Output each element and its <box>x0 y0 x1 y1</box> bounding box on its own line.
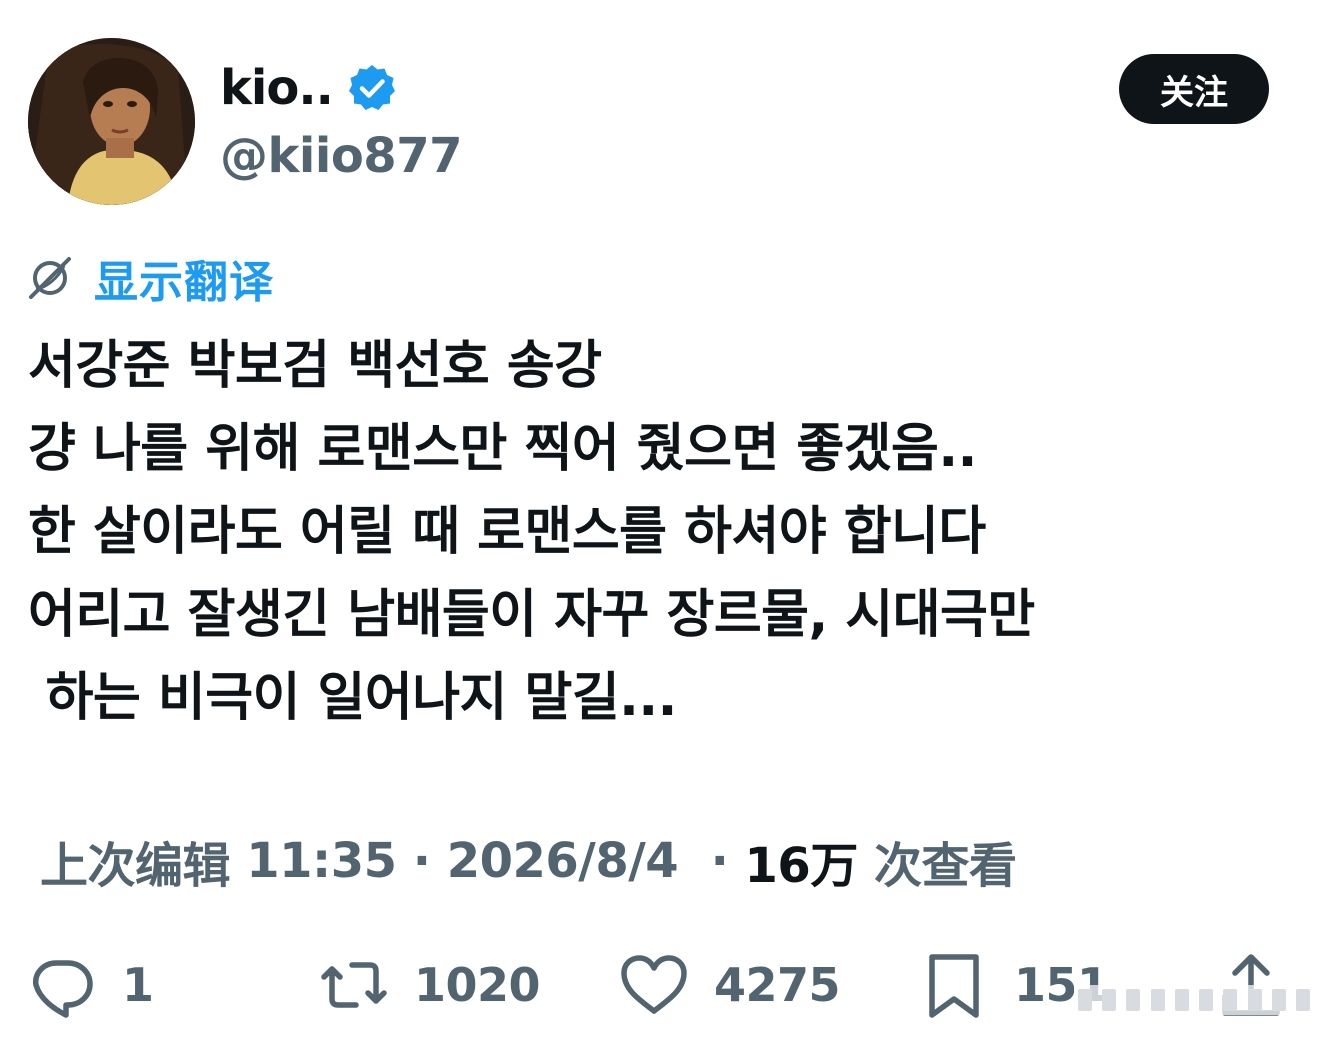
retweet-count: 1020 <box>414 958 541 1012</box>
edited-label[interactable]: 上次编辑 <box>40 826 231 896</box>
tweet-date[interactable]: 2026/8/4 <box>447 833 679 889</box>
avatar[interactable] <box>28 38 195 205</box>
tweet-text: 서강준 박보검 백선호 송강 걍 나를 위해 로맨스만 찍어 줬으면 좋겠음..… <box>28 325 1298 740</box>
watermark-glyph <box>1150 989 1165 1011</box>
author-handle[interactable]: @kiio877 <box>220 126 463 186</box>
reply-button[interactable]: 1 <box>26 945 154 1025</box>
verified-badge-icon <box>347 63 397 113</box>
watermark-glyph <box>1223 989 1238 1011</box>
tweet-text-line: 걍 나를 위해 로맨스만 찍어 줬으면 좋겠음.. <box>28 419 977 479</box>
like-count: 4275 <box>714 958 841 1012</box>
watermark-glyph <box>1174 989 1189 1011</box>
show-translation-label[interactable]: 显示翻译 <box>94 246 274 310</box>
retweet-button[interactable]: 1020 <box>318 945 541 1025</box>
watermark-glyph <box>1247 989 1262 1011</box>
meta-spacer <box>230 833 246 889</box>
views-count[interactable]: 16万 <box>745 826 859 896</box>
tweet-text-line: 한 살이라도 어릴 때 로맨스를 하셔야 합니다 <box>28 502 986 562</box>
tweet-text-line: 하는 비극이 일어나지 말길... <box>28 668 678 728</box>
meta-separator: · <box>678 833 745 889</box>
views-label: 次查看 <box>857 838 1017 894</box>
translate-globe-icon <box>26 254 74 302</box>
watermark-glyph <box>1271 989 1286 1011</box>
reply-icon <box>33 960 93 1018</box>
reply-count: 1 <box>122 958 154 1012</box>
author-display-name[interactable]: kio.. <box>220 58 334 118</box>
tweet-text-line: 서강준 박보검 백선호 송강 <box>28 336 602 396</box>
author-name-row[interactable]: kio.. <box>220 58 397 118</box>
watermark-glyph <box>1295 989 1310 1011</box>
watermark-glyph <box>1078 989 1092 1011</box>
avatar-image <box>28 38 195 205</box>
heart-icon <box>621 955 687 1014</box>
like-button[interactable]: 4275 <box>618 945 841 1025</box>
retweet-icon <box>321 962 387 1008</box>
follow-button[interactable]: 关注 <box>1119 54 1269 124</box>
bookmark-icon <box>929 954 979 1018</box>
tweet-meta: 上次编辑 11:35 · 2026/8/4 · 16万 次查看 <box>40 828 1017 894</box>
tweet-text-line: 어리고 잘생긴 남배들이 자꾸 장르물, 시대극만 <box>28 585 1035 645</box>
watermark-glyph <box>1199 989 1214 1011</box>
watermark-overlay <box>1074 985 1314 1015</box>
tweet-time[interactable]: 11:35 <box>246 833 397 889</box>
watermark-glyph <box>1126 989 1141 1011</box>
meta-separator: · <box>396 833 447 889</box>
watermark-glyph <box>1102 989 1117 1011</box>
show-translation-link[interactable]: 显示翻译 <box>26 248 274 308</box>
